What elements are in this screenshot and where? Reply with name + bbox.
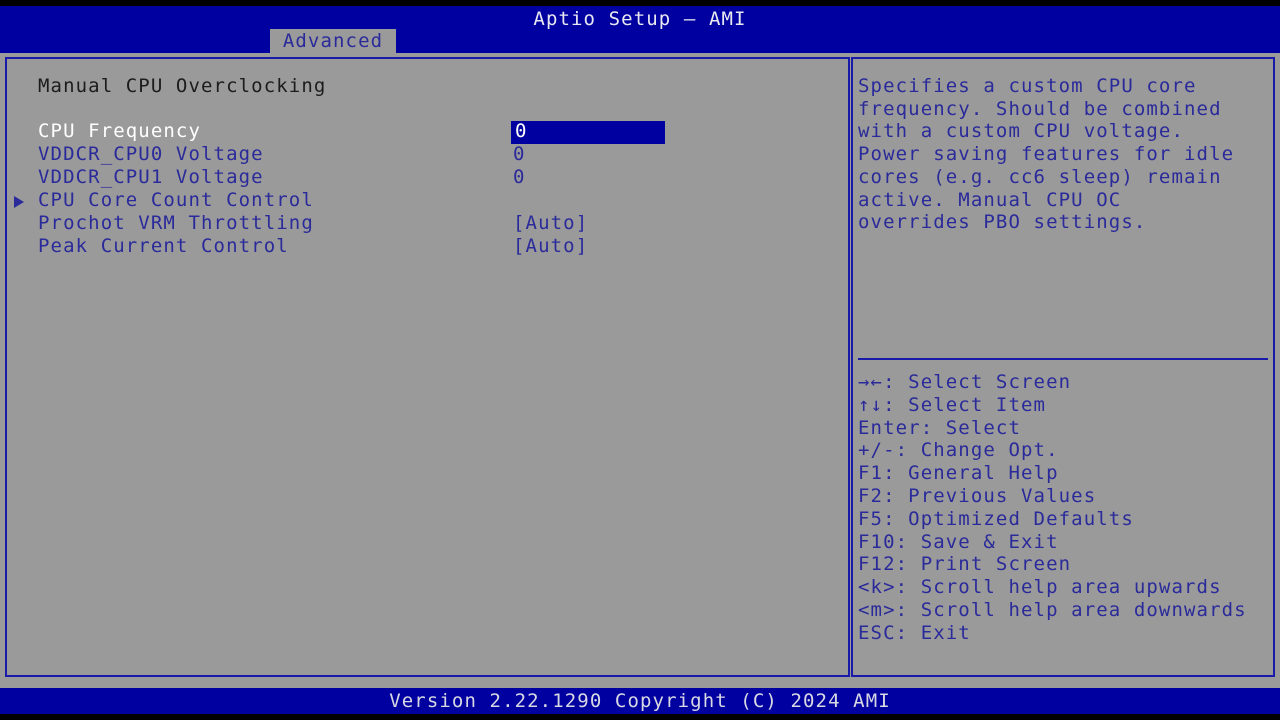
key-legend-item: →←: Select Screen <box>858 371 1268 394</box>
key-legend-item: F10: Save & Exit <box>858 531 1268 554</box>
key-legend-item: <m>: Scroll help area downwards <box>858 599 1268 622</box>
settings-row[interactable]: CPU Core Count Control <box>0 190 845 213</box>
settings-row-value[interactable]: 0 <box>513 144 526 167</box>
tab-advanced[interactable]: Advanced <box>270 29 396 53</box>
page-title: Manual CPU Overclocking <box>38 75 326 97</box>
key-legend-item: F1: General Help <box>858 462 1268 485</box>
settings-row-label: CPU Core Count Control <box>38 190 314 213</box>
settings-row[interactable]: CPU Frequency 0 <box>0 121 845 144</box>
settings-row-value[interactable]: 0 <box>513 167 526 190</box>
key-legend-item: F5: Optimized Defaults <box>858 508 1268 531</box>
settings-row[interactable]: Prochot VRM Throttling [Auto] <box>0 213 845 236</box>
settings-row-label: VDDCR_CPU1 Voltage <box>38 167 264 190</box>
key-legend-item: ↑↓: Select Item <box>858 394 1268 417</box>
settings-row[interactable]: Peak Current Control [Auto] <box>0 236 845 259</box>
settings-row-value-field[interactable]: 0 <box>513 121 665 144</box>
settings-list: CPU Frequency0VDDCR_CPU0 Voltage0VDDCR_C… <box>0 121 845 259</box>
settings-row-label: Peak Current Control <box>38 236 289 259</box>
bios-setup-screen: Aptio Setup – AMI Advanced Manual CPU Ov… <box>0 0 1280 720</box>
key-legend: →←: Select Screen↑↓: Select ItemEnter: S… <box>858 371 1268 645</box>
help-divider <box>858 358 1268 360</box>
settings-row[interactable]: VDDCR_CPU1 Voltage 0 <box>0 167 845 190</box>
settings-row-value[interactable]: [Auto] <box>513 236 588 259</box>
window-title: Aptio Setup – AMI <box>0 6 1280 32</box>
key-legend-item: F12: Print Screen <box>858 553 1268 576</box>
submenu-arrow-icon <box>14 196 24 208</box>
settings-row[interactable]: VDDCR_CPU0 Voltage 0 <box>0 144 845 167</box>
settings-row-value[interactable]: [Auto] <box>513 213 588 236</box>
key-legend-item: <k>: Scroll help area upwards <box>858 576 1268 599</box>
settings-row-label: VDDCR_CPU0 Voltage <box>38 144 264 167</box>
bottom-black-border <box>0 714 1280 720</box>
key-legend-item: +/-: Change Opt. <box>858 439 1268 462</box>
help-description: Specifies a custom CPU core frequency. S… <box>858 75 1268 234</box>
version-text: Version 2.22.1290 Copyright (C) 2024 AMI <box>0 688 1280 714</box>
settings-row-label: CPU Frequency <box>38 121 201 144</box>
key-legend-item: Enter: Select <box>858 417 1268 440</box>
settings-row-label: Prochot VRM Throttling <box>38 213 314 236</box>
key-legend-item: ESC: Exit <box>858 622 1268 645</box>
key-legend-item: F2: Previous Values <box>858 485 1268 508</box>
